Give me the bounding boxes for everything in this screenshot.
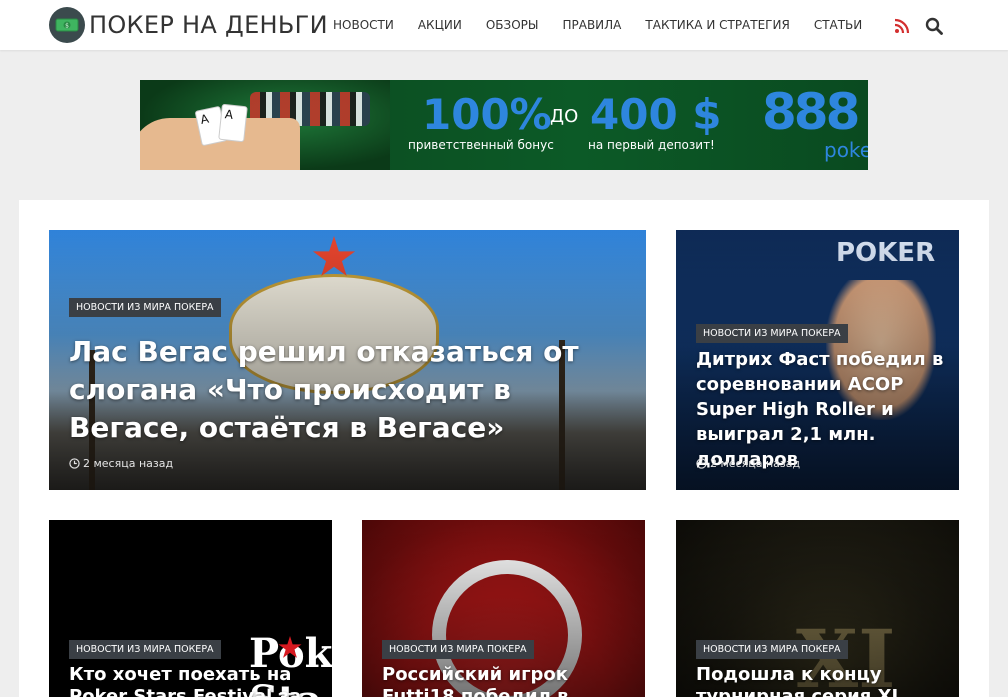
clock-icon — [69, 458, 80, 469]
banner-brand-number: 888 — [762, 83, 860, 141]
banner-bonus-text: приветственный бонус — [408, 138, 554, 152]
post-title[interactable]: Дитрих Фаст победил в соревновании ACOP … — [696, 347, 946, 472]
post-time: 2 месяца назад — [83, 457, 174, 470]
money-coin-icon: $ — [49, 7, 85, 43]
post-meta: 2 месяца назад — [696, 457, 800, 470]
post-card-featured[interactable]: НОВОСТИ ИЗ МИРА ПОКЕРА Лас Вегас решил о… — [49, 230, 646, 490]
nav-item-rules[interactable]: ПРАВИЛА — [562, 17, 621, 33]
post-category[interactable]: НОВОСТИ ИЗ МИРА ПОКЕРА — [69, 298, 221, 317]
site-title: ПОКЕР НА ДЕНЬГИ — [89, 11, 328, 39]
post-category[interactable]: НОВОСТИ ИЗ МИРА ПОКЕРА — [696, 324, 848, 343]
nav-item-reviews[interactable]: ОБЗОРЫ — [486, 17, 539, 33]
banner-amount: 400 $ — [590, 90, 722, 139]
playing-card-icon: A — [218, 103, 248, 143]
ad-banner-888poker[interactable]: A A 100% ДО 400 $ приветственный бонус н… — [140, 80, 868, 170]
post-card[interactable]: XI НОВОСТИ ИЗ МИРА ПОКЕРА Подошла к конц… — [676, 520, 959, 697]
banner-brand-word: poker — [824, 138, 868, 162]
post-category[interactable]: НОВОСТИ ИЗ МИРА ПОКЕРА — [69, 640, 221, 659]
clock-icon — [696, 458, 707, 469]
main-nav: НОВОСТИ АКЦИИ ОБЗОРЫ ПРАВИЛА ТАКТИКА И С… — [333, 17, 886, 33]
search-icon[interactable] — [925, 17, 943, 35]
post-title[interactable]: Лас Вегас решил отказаться от слогана «Ч… — [69, 333, 629, 447]
rss-icon[interactable] — [894, 18, 910, 34]
banner-do: ДО — [550, 106, 579, 127]
post-category[interactable]: НОВОСТИ ИЗ МИРА ПОКЕРА — [382, 640, 534, 659]
post-category[interactable]: НОВОСТИ ИЗ МИРА ПОКЕРА — [696, 640, 848, 659]
site-header: $ ПОКЕР НА ДЕНЬГИ НОВОСТИ АКЦИИ ОБЗОРЫ П… — [0, 0, 1008, 50]
nav-item-articles[interactable]: СТАТЬИ — [814, 17, 862, 33]
post-card[interactable]: POKER НОВОСТИ ИЗ МИРА ПОКЕРА Дитрих Фаст… — [676, 230, 959, 490]
post-meta: 2 месяца назад — [69, 457, 173, 470]
banner-percent: 100% — [422, 90, 552, 139]
posts-grid: НОВОСТИ ИЗ МИРА ПОКЕРА Лас Вегас решил о… — [19, 200, 989, 697]
post-card[interactable]: НОВОСТИ ИЗ МИРА ПОКЕРА Российский игрок … — [362, 520, 645, 697]
site-logo[interactable]: $ ПОКЕР НА ДЕНЬГИ — [49, 7, 328, 43]
nav-item-news[interactable]: НОВОСТИ — [333, 17, 394, 33]
nav-item-strategy[interactable]: ТАКТИКА И СТРАТЕГИЯ — [645, 17, 789, 33]
svg-text:$: $ — [65, 23, 69, 30]
post-title[interactable]: Подошла к концу турнирная серия XI — [696, 664, 946, 697]
post-card[interactable]: PokSta НОВОСТИ ИЗ МИРА ПОКЕРА Кто хочет … — [49, 520, 332, 697]
post-time: 2 месяца назад — [710, 457, 801, 470]
nav-item-promos[interactable]: АКЦИИ — [418, 17, 462, 33]
post-title[interactable]: Российский игрок Futti18 победил в главн… — [382, 664, 632, 697]
post-title[interactable]: Кто хочет поехать на Poker Stars Festiva… — [69, 664, 319, 697]
banner-deposit-text: на первый депозит! — [588, 138, 715, 152]
